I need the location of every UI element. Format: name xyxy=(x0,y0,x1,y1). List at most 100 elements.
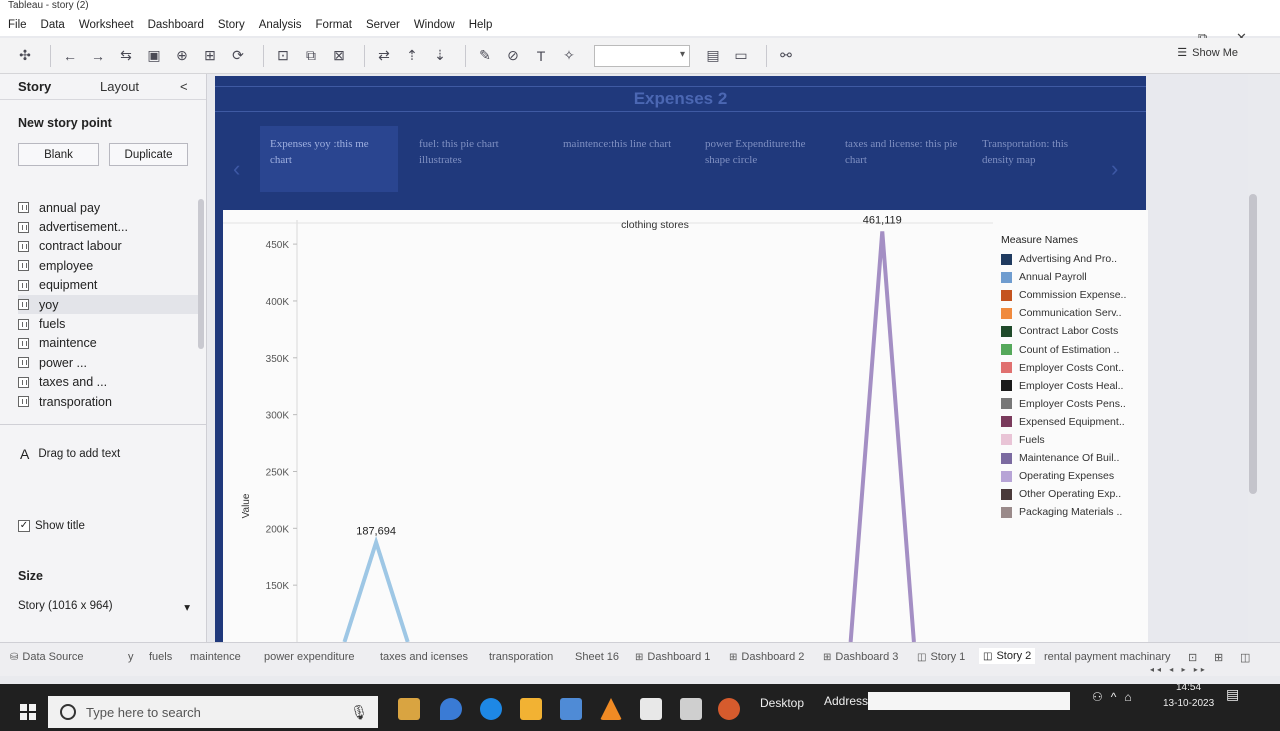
list-item[interactable]: fuels xyxy=(18,314,198,333)
story-visualization[interactable]: clothing stores Value 150K 200K 250K 300K 35… xyxy=(223,210,1148,642)
presentation-icon[interactable]: ▭ xyxy=(730,45,752,67)
duplicate-button[interactable]: Duplicate xyxy=(109,143,188,166)
list-item[interactable]: equipment xyxy=(18,276,198,295)
refresh-icon[interactable]: ⟳ xyxy=(227,45,249,67)
new-worksheet-tab-icon[interactable]: ⊡ xyxy=(1188,651,1197,664)
story-point-5[interactable]: taxes and license: this pie chart xyxy=(835,126,973,192)
size-dropdown[interactable]: Story (1016 x 964) ▾ xyxy=(18,600,190,614)
tab-sheet[interactable]: transporation xyxy=(489,651,553,663)
tab-story-active[interactable]: ◫ Story 2 xyxy=(979,648,1036,664)
tableau-logo-icon[interactable]: ✣ xyxy=(14,45,36,67)
next-story-point-icon[interactable]: › xyxy=(1111,156,1118,182)
menu-file[interactable]: File xyxy=(8,19,27,31)
list-item[interactable]: annual pay xyxy=(18,198,198,217)
legend-item[interactable]: Communication Serv.. xyxy=(1001,304,1126,322)
new-datasource-icon[interactable]: ⊕ xyxy=(171,45,193,67)
download-icon[interactable] xyxy=(560,698,582,720)
menu-analysis[interactable]: Analysis xyxy=(259,19,302,31)
sheet-list-scrollbar[interactable] xyxy=(198,199,204,349)
store-icon[interactable] xyxy=(398,698,420,720)
file-explorer-icon[interactable] xyxy=(520,698,542,720)
story-point-2[interactable]: fuel: this pie chart illustrates xyxy=(409,126,547,192)
tab-sheet[interactable]: power expenditure xyxy=(264,651,355,663)
legend-item[interactable]: Employer Costs Pens.. xyxy=(1001,395,1126,413)
vlc-icon[interactable] xyxy=(600,698,622,720)
tab-dashboard[interactable]: ⊞ Dashboard 2 xyxy=(729,651,804,663)
menu-dashboard[interactable]: Dashboard xyxy=(148,19,204,31)
tab-sheet[interactable]: Sheet 16 xyxy=(575,651,619,663)
system-tray-icons[interactable]: ⚇^⌂ xyxy=(1092,690,1140,704)
story-point-6[interactable]: Transportation: this density map xyxy=(972,126,1110,192)
show-title-checkbox[interactable]: ✓ xyxy=(18,520,30,532)
blank-button[interactable]: Blank xyxy=(18,143,99,166)
drag-to-add-text[interactable]: A Drag to add text xyxy=(20,446,120,462)
legend-item[interactable]: Commission Expense.. xyxy=(1001,286,1126,304)
duplicate-sheet-icon[interactable]: ⧉ xyxy=(300,45,322,67)
canvas-scrollbar[interactable] xyxy=(1249,194,1257,494)
menu-server[interactable]: Server xyxy=(366,19,400,31)
legend-item[interactable]: Packaging Materials .. xyxy=(1001,503,1126,521)
legend-item[interactable]: Other Operating Exp.. xyxy=(1001,485,1126,503)
legend-item[interactable]: Expensed Equipment.. xyxy=(1001,413,1126,431)
story-point-1[interactable]: Expenses yoy :this me chart xyxy=(260,126,398,192)
tab-sheet[interactable]: fuels xyxy=(149,651,172,663)
tab-sheet[interactable]: y xyxy=(128,651,134,663)
legend-item[interactable]: Maintenance Of Buil.. xyxy=(1001,449,1126,467)
clear-sheet-icon[interactable]: ⊠ xyxy=(328,45,350,67)
menu-format[interactable]: Format xyxy=(316,19,352,31)
series-line[interactable] xyxy=(342,535,410,642)
tab-sheet[interactable]: maintence xyxy=(190,651,241,663)
redo-icon[interactable]: → xyxy=(87,45,109,67)
tab-story[interactable]: Story xyxy=(0,79,100,94)
show-cards-icon[interactable]: ▤ xyxy=(702,45,724,67)
legend-item[interactable]: Contract Labor Costs xyxy=(1001,322,1126,340)
new-sheet-icon[interactable]: ⊞ xyxy=(199,45,221,67)
tab-dashboard[interactable]: ⊞ Dashboard 3 xyxy=(823,651,898,663)
show-me-button[interactable]: ☰ Show Me xyxy=(1177,46,1238,60)
microphone-icon[interactable]: 🎙 xyxy=(350,704,368,721)
undo-icon[interactable]: ← xyxy=(59,45,81,67)
taskbar-search[interactable]: Type here to search 🎙 xyxy=(48,696,378,728)
menu-data[interactable]: Data xyxy=(41,19,65,31)
new-dashboard-tab-icon[interactable]: ⊞ xyxy=(1214,651,1223,664)
tab-data-source[interactable]: ⛁ Data Source xyxy=(10,651,84,663)
new-worksheet-icon[interactable]: ⊡ xyxy=(272,45,294,67)
tab-story[interactable]: ◫ Story 1 xyxy=(917,651,965,663)
highlight-icon[interactable]: ✎ xyxy=(474,45,496,67)
tab-sheet[interactable]: rental payment machinary xyxy=(1044,651,1171,663)
legend-item[interactable]: Operating Expenses xyxy=(1001,467,1126,485)
list-item[interactable]: maintence xyxy=(18,334,198,353)
new-story-tab-icon[interactable]: ◫ xyxy=(1240,651,1250,664)
group-icon[interactable]: ⊘ xyxy=(502,45,524,67)
menu-worksheet[interactable]: Worksheet xyxy=(79,19,134,31)
swap-icon[interactable]: ⇆ xyxy=(115,45,137,67)
list-item[interactable]: advertisement... xyxy=(18,217,198,236)
collapse-pane-icon[interactable]: < xyxy=(180,79,188,94)
menu-help[interactable]: Help xyxy=(469,19,493,31)
windows-start-icon[interactable] xyxy=(20,704,36,720)
show-title-option[interactable]: ✓ Show title xyxy=(18,520,85,532)
list-item[interactable]: power ... xyxy=(18,353,198,372)
chrome-icon[interactable] xyxy=(718,698,740,720)
legend-item[interactable]: Advertising And Pro.. xyxy=(1001,250,1126,268)
sort-ascending-icon[interactable]: ⇡ xyxy=(401,45,423,67)
list-item[interactable]: contract labour xyxy=(18,237,198,256)
tab-sheet[interactable]: taxes and icenses xyxy=(380,651,468,663)
sort-descending-icon[interactable]: ⇣ xyxy=(429,45,451,67)
story-point-3[interactable]: maintence:this line chart xyxy=(553,126,691,192)
desktop-toolbar-label[interactable]: Desktop xyxy=(760,696,804,710)
legend-item[interactable]: Employer Costs Cont.. xyxy=(1001,359,1126,377)
menu-story[interactable]: Story xyxy=(218,19,245,31)
address-input[interactable] xyxy=(868,692,1070,710)
story-title[interactable]: Expenses 2 xyxy=(215,86,1146,112)
list-item[interactable]: taxes and ... xyxy=(18,373,198,392)
list-item[interactable]: transporation xyxy=(18,392,198,411)
share-icon[interactable]: ⚯ xyxy=(775,45,797,67)
series-line[interactable] xyxy=(848,231,916,642)
tab-dashboard[interactable]: ⊞ Dashboard 1 xyxy=(635,651,710,663)
list-item[interactable]: yoy xyxy=(18,294,198,315)
app-icon[interactable] xyxy=(640,698,662,720)
clock-time[interactable]: 14:54 xyxy=(1176,682,1201,693)
list-item[interactable]: employee xyxy=(18,256,198,275)
label-icon[interactable]: T xyxy=(530,45,552,67)
